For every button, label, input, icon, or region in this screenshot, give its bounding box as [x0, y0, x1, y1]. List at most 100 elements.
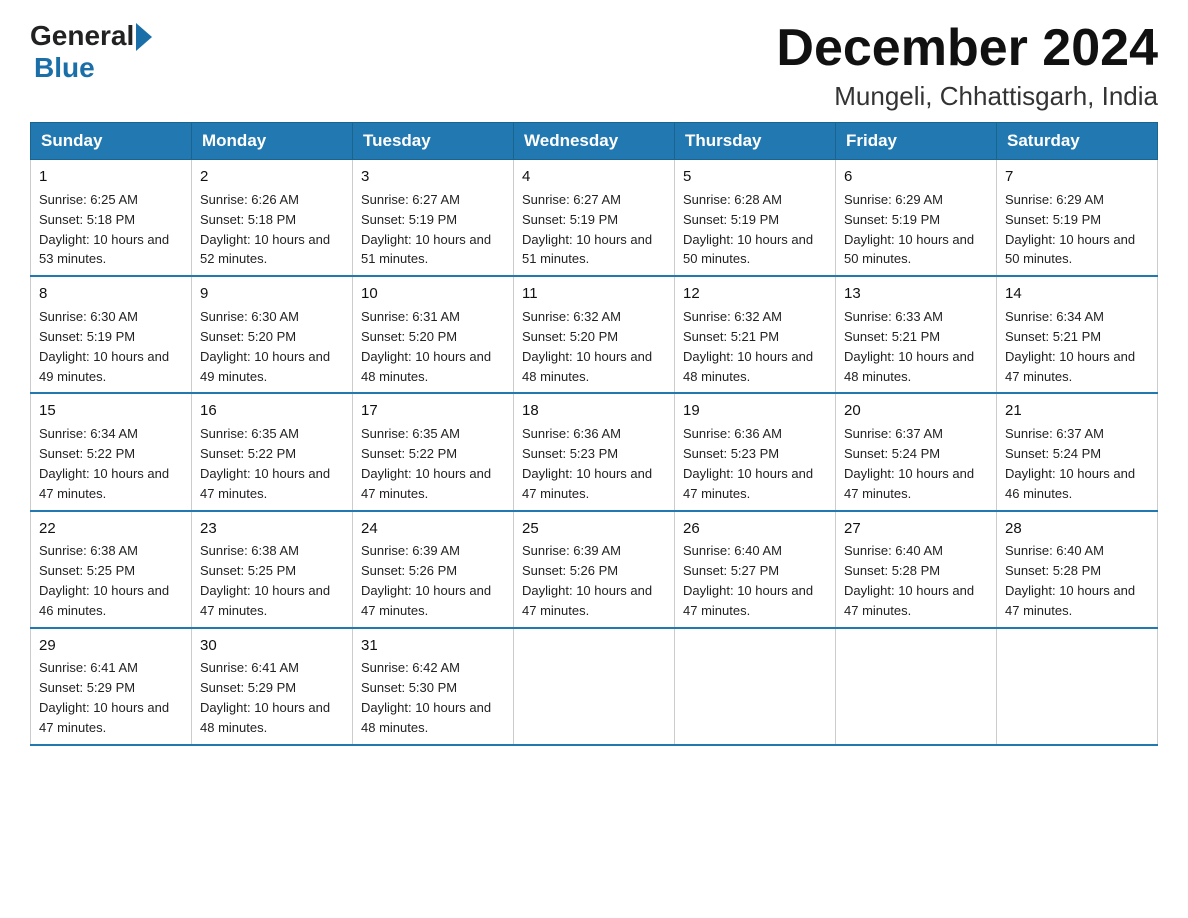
- calendar-cell: 4 Sunrise: 6:27 AMSunset: 5:19 PMDaylight…: [514, 160, 675, 277]
- day-number: 7: [1005, 166, 1149, 188]
- day-info: Sunrise: 6:36 AMSunset: 5:23 PMDaylight:…: [683, 426, 813, 501]
- week-row-4: 22 Sunrise: 6:38 AMSunset: 5:25 PMDayligh…: [31, 511, 1158, 628]
- day-info: Sunrise: 6:33 AMSunset: 5:21 PMDaylight:…: [844, 309, 974, 384]
- day-number: 25: [522, 518, 666, 540]
- calendar-cell: 7 Sunrise: 6:29 AMSunset: 5:19 PMDaylight…: [997, 160, 1158, 277]
- calendar-cell: 31Sunrise: 6:42 AMSunset: 5:30 PMDayligh…: [353, 628, 514, 745]
- logo-blue-text: Blue: [34, 52, 95, 84]
- day-number: 16: [200, 400, 344, 422]
- day-info: Sunrise: 6:31 AMSunset: 5:20 PMDaylight:…: [361, 309, 491, 384]
- calendar-subtitle: Mungeli, Chhattisgarh, India: [776, 81, 1158, 112]
- day-number: 2: [200, 166, 344, 188]
- calendar-cell: 2Sunrise: 6:26 AMSunset: 5:18 PMDaylight…: [192, 160, 353, 277]
- calendar-cell: 8Sunrise: 6:30 AMSunset: 5:19 PMDaylight…: [31, 276, 192, 393]
- day-number: 1: [39, 166, 183, 188]
- day-info: Sunrise: 6:30 AMSunset: 5:20 PMDaylight:…: [200, 309, 330, 384]
- calendar-cell: 28 Sunrise: 6:40 AMSunset: 5:28 PMDayligh…: [997, 511, 1158, 628]
- calendar-cell: 25 Sunrise: 6:39 AMSunset: 5:26 PMDayligh…: [514, 511, 675, 628]
- day-number: 17: [361, 400, 505, 422]
- day-number: 9: [200, 283, 344, 305]
- logo-arrow-icon: [136, 23, 152, 51]
- calendar-table: SundayMondayTuesdayWednesdayThursdayFrid…: [30, 122, 1158, 746]
- week-row-1: 1Sunrise: 6:25 AMSunset: 5:18 PMDaylight…: [31, 160, 1158, 277]
- day-info: Sunrise: 6:40 AMSunset: 5:28 PMDaylight:…: [1005, 543, 1135, 618]
- day-info: Sunrise: 6:39 AMSunset: 5:26 PMDaylight:…: [361, 543, 491, 618]
- day-number: 20: [844, 400, 988, 422]
- day-info: Sunrise: 6:37 AMSunset: 5:24 PMDaylight:…: [1005, 426, 1135, 501]
- day-number: 14: [1005, 283, 1149, 305]
- day-number: 21: [1005, 400, 1149, 422]
- calendar-cell: [514, 628, 675, 745]
- logo[interactable]: General Blue: [30, 20, 152, 84]
- calendar-cell: 20Sunrise: 6:37 AMSunset: 5:24 PMDayligh…: [836, 393, 997, 510]
- day-info: Sunrise: 6:35 AMSunset: 5:22 PMDaylight:…: [361, 426, 491, 501]
- day-number: 27: [844, 518, 988, 540]
- calendar-cell: 5 Sunrise: 6:28 AMSunset: 5:19 PMDaylight…: [675, 160, 836, 277]
- day-number: 26: [683, 518, 827, 540]
- calendar-cell: 17 Sunrise: 6:35 AMSunset: 5:22 PMDayligh…: [353, 393, 514, 510]
- calendar-cell: 19Sunrise: 6:36 AMSunset: 5:23 PMDayligh…: [675, 393, 836, 510]
- day-info: Sunrise: 6:41 AMSunset: 5:29 PMDaylight:…: [39, 660, 169, 735]
- day-number: 22: [39, 518, 183, 540]
- calendar-header: SundayMondayTuesdayWednesdayThursdayFrid…: [31, 123, 1158, 160]
- day-number: 8: [39, 283, 183, 305]
- day-info: Sunrise: 6:29 AMSunset: 5:19 PMDaylight:…: [844, 192, 974, 267]
- calendar-cell: 11 Sunrise: 6:32 AMSunset: 5:20 PMDayligh…: [514, 276, 675, 393]
- calendar-cell: 18 Sunrise: 6:36 AMSunset: 5:23 PMDayligh…: [514, 393, 675, 510]
- day-info: Sunrise: 6:28 AMSunset: 5:19 PMDaylight:…: [683, 192, 813, 267]
- calendar-cell: 3Sunrise: 6:27 AMSunset: 5:19 PMDaylight…: [353, 160, 514, 277]
- day-number: 5: [683, 166, 827, 188]
- calendar-cell: [836, 628, 997, 745]
- calendar-cell: 22 Sunrise: 6:38 AMSunset: 5:25 PMDayligh…: [31, 511, 192, 628]
- day-number: 3: [361, 166, 505, 188]
- day-number: 12: [683, 283, 827, 305]
- header-day-tuesday: Tuesday: [353, 123, 514, 160]
- day-number: 10: [361, 283, 505, 305]
- calendar-cell: 6 Sunrise: 6:29 AMSunset: 5:19 PMDaylight…: [836, 160, 997, 277]
- day-info: Sunrise: 6:36 AMSunset: 5:23 PMDaylight:…: [522, 426, 652, 501]
- calendar-title: December 2024: [776, 20, 1158, 77]
- calendar-cell: 30 Sunrise: 6:41 AMSunset: 5:29 PMDayligh…: [192, 628, 353, 745]
- calendar-cell: [997, 628, 1158, 745]
- day-number: 29: [39, 635, 183, 657]
- header-day-thursday: Thursday: [675, 123, 836, 160]
- day-info: Sunrise: 6:29 AMSunset: 5:19 PMDaylight:…: [1005, 192, 1135, 267]
- calendar-cell: 27Sunrise: 6:40 AMSunset: 5:28 PMDayligh…: [836, 511, 997, 628]
- day-info: Sunrise: 6:39 AMSunset: 5:26 PMDaylight:…: [522, 543, 652, 618]
- day-number: 24: [361, 518, 505, 540]
- page-header: General Blue December 2024 Mungeli, Chha…: [30, 20, 1158, 112]
- calendar-cell: 10 Sunrise: 6:31 AMSunset: 5:20 PMDayligh…: [353, 276, 514, 393]
- header-day-wednesday: Wednesday: [514, 123, 675, 160]
- day-info: Sunrise: 6:41 AMSunset: 5:29 PMDaylight:…: [200, 660, 330, 735]
- day-number: 13: [844, 283, 988, 305]
- day-number: 4: [522, 166, 666, 188]
- calendar-cell: 21 Sunrise: 6:37 AMSunset: 5:24 PMDayligh…: [997, 393, 1158, 510]
- calendar-body: 1Sunrise: 6:25 AMSunset: 5:18 PMDaylight…: [31, 160, 1158, 745]
- header-day-sunday: Sunday: [31, 123, 192, 160]
- day-info: Sunrise: 6:27 AMSunset: 5:19 PMDaylight:…: [522, 192, 652, 267]
- day-info: Sunrise: 6:32 AMSunset: 5:20 PMDaylight:…: [522, 309, 652, 384]
- day-number: 18: [522, 400, 666, 422]
- day-number: 23: [200, 518, 344, 540]
- day-number: 15: [39, 400, 183, 422]
- calendar-cell: [675, 628, 836, 745]
- calendar-cell: 14 Sunrise: 6:34 AMSunset: 5:21 PMDayligh…: [997, 276, 1158, 393]
- day-info: Sunrise: 6:34 AMSunset: 5:21 PMDaylight:…: [1005, 309, 1135, 384]
- title-block: December 2024 Mungeli, Chhattisgarh, Ind…: [776, 20, 1158, 112]
- day-number: 30: [200, 635, 344, 657]
- header-row: SundayMondayTuesdayWednesdayThursdayFrid…: [31, 123, 1158, 160]
- day-number: 28: [1005, 518, 1149, 540]
- calendar-cell: 15Sunrise: 6:34 AMSunset: 5:22 PMDayligh…: [31, 393, 192, 510]
- calendar-cell: 12 Sunrise: 6:32 AMSunset: 5:21 PMDayligh…: [675, 276, 836, 393]
- calendar-cell: 29 Sunrise: 6:41 AMSunset: 5:29 PMDayligh…: [31, 628, 192, 745]
- day-info: Sunrise: 6:32 AMSunset: 5:21 PMDaylight:…: [683, 309, 813, 384]
- logo-general-text: General: [30, 20, 134, 52]
- day-info: Sunrise: 6:38 AMSunset: 5:25 PMDaylight:…: [200, 543, 330, 618]
- day-number: 11: [522, 283, 666, 305]
- day-info: Sunrise: 6:38 AMSunset: 5:25 PMDaylight:…: [39, 543, 169, 618]
- week-row-3: 15Sunrise: 6:34 AMSunset: 5:22 PMDayligh…: [31, 393, 1158, 510]
- calendar-cell: 13 Sunrise: 6:33 AMSunset: 5:21 PMDayligh…: [836, 276, 997, 393]
- day-number: 6: [844, 166, 988, 188]
- calendar-cell: 23 Sunrise: 6:38 AMSunset: 5:25 PMDayligh…: [192, 511, 353, 628]
- calendar-cell: 9 Sunrise: 6:30 AMSunset: 5:20 PMDaylight…: [192, 276, 353, 393]
